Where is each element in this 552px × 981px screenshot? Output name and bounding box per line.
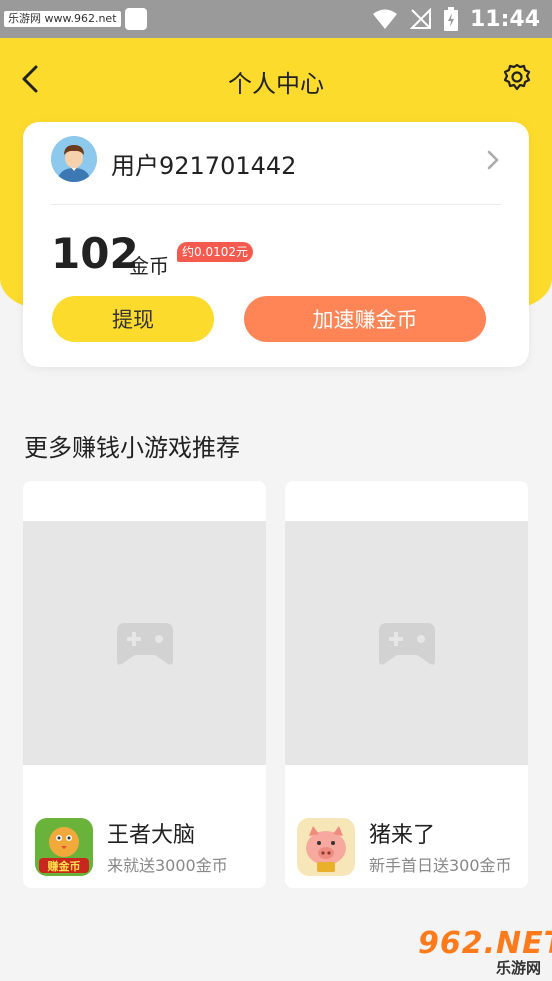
coin-balance: 102 [51, 229, 139, 278]
page-title: 个人中心 [228, 70, 324, 98]
site-watermark: 962.NET 乐游网 [412, 926, 552, 977]
section-title: 更多赚钱小游戏推荐 [24, 434, 240, 462]
watermark-sub: 乐游网 [496, 959, 542, 977]
game-desc: 新手首日送300金币 [369, 856, 512, 875]
user-card: 用户921701442 102 金币 约0.0102元 提现 加速赚金币 [23, 122, 529, 367]
gear-icon[interactable] [502, 62, 532, 92]
game-card-zhulaile[interactable]: 猪来了 新手首日送300金币 [285, 481, 528, 888]
gamepad-icon [117, 623, 173, 665]
game-name: 王者大脑 [107, 823, 196, 848]
avatar [51, 136, 97, 182]
game-name: 猪来了 [369, 823, 436, 848]
game-logo-pig [297, 818, 355, 876]
game-image-placeholder [285, 521, 528, 765]
battery-icon [443, 7, 458, 31]
game-desc: 来就送3000金币 [107, 856, 228, 875]
withdraw-button[interactable]: 提现 [52, 296, 214, 342]
username: 用户921701442 [111, 152, 297, 180]
game-image-placeholder [23, 521, 266, 765]
coin-value-badge: 约0.0102元 [177, 242, 253, 262]
user-profile-row[interactable]: 用户921701442 [23, 122, 529, 204]
game-logo-wangzhe: 赚金币 [35, 818, 93, 876]
game-card-wangzhe[interactable]: 赚金币 王者大脑 来就送3000金币 [23, 481, 266, 888]
gamepad-icon [379, 623, 435, 665]
game-logo-text: 赚金币 [47, 859, 81, 873]
wifi-icon [372, 9, 397, 29]
no-signal-icon [409, 8, 431, 29]
watermark-main: 962.NET [418, 926, 552, 961]
divider [51, 204, 501, 205]
status-bar: 乐游网 www.962.net 11:44 [0, 0, 552, 38]
watermark-label: 乐游网 www.962.net [4, 11, 121, 27]
coin-unit: 金币 [129, 254, 169, 278]
clock: 11:44 [469, 6, 540, 32]
chevron-right-icon [487, 150, 499, 170]
notification-icon [124, 8, 147, 30]
speed-earn-button[interactable]: 加速赚金币 [244, 296, 486, 342]
